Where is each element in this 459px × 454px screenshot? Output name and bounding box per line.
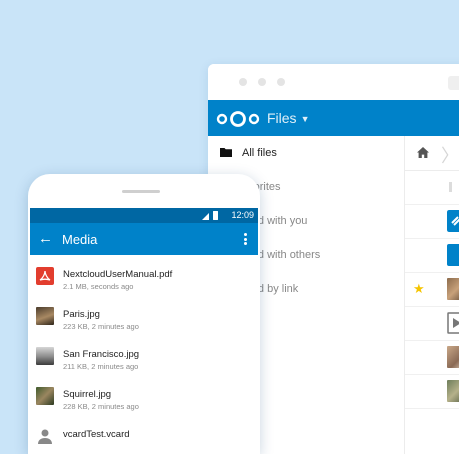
folder-icon bbox=[220, 148, 232, 157]
list-item[interactable]: San Francisco.jpg 211 KB, 2 minutes ago bbox=[30, 335, 258, 375]
document-icon bbox=[447, 244, 459, 266]
table-row[interactable] bbox=[405, 238, 459, 273]
file-meta: 211 KB, 2 minutes ago bbox=[63, 362, 139, 371]
file-name: San Francisco.jpg bbox=[63, 349, 140, 360]
app-bar: ← Media bbox=[30, 223, 258, 255]
nextcloud-logo-icon[interactable] bbox=[216, 110, 260, 128]
app-menu-files[interactable]: Files ▼ bbox=[267, 110, 309, 126]
table-row[interactable]: ★ bbox=[405, 272, 459, 307]
browser-tab[interactable] bbox=[448, 76, 459, 90]
table-row[interactable] bbox=[405, 204, 459, 239]
video-icon bbox=[447, 312, 459, 334]
caret-down-icon: ▼ bbox=[300, 114, 310, 124]
nextcloud-header: Files ▼ bbox=[208, 100, 459, 136]
file-name: vcardTest.vcard bbox=[63, 429, 130, 440]
window-minimize-dot[interactable] bbox=[258, 78, 266, 86]
table-row[interactable] bbox=[405, 374, 459, 409]
status-time: 12:09 bbox=[231, 210, 254, 220]
back-arrow-icon[interactable]: ← bbox=[38, 231, 53, 246]
phone-device: 12:09 ← Media NextcloudUserManual.pdf 2.… bbox=[28, 174, 260, 454]
list-item[interactable]: vcardTest.vcard bbox=[30, 415, 258, 454]
window-maximize-dot[interactable] bbox=[277, 78, 285, 86]
page-title: Media bbox=[62, 232, 98, 247]
window-close-dot[interactable] bbox=[239, 78, 247, 86]
list-item[interactable]: Squirrel.jpg 228 KB, 2 minutes ago bbox=[30, 375, 258, 415]
status-bar: 12:09 bbox=[30, 208, 258, 223]
contact-icon bbox=[38, 429, 52, 444]
list-item[interactable]: NextcloudUserManual.pdf 2.1 MB, seconds … bbox=[30, 255, 258, 295]
file-meta: 223 KB, 2 minutes ago bbox=[63, 322, 139, 331]
nav-label: All files bbox=[242, 147, 277, 159]
photo-thumbnail bbox=[36, 347, 54, 365]
app-menu-label: Files bbox=[267, 110, 297, 126]
home-icon[interactable] bbox=[417, 147, 429, 158]
signal-battery-icon bbox=[202, 211, 218, 220]
photo-thumbnail bbox=[447, 346, 459, 368]
table-row[interactable] bbox=[405, 340, 459, 375]
window-titlebar bbox=[208, 64, 459, 100]
file-meta: 2.1 MB, seconds ago bbox=[63, 282, 134, 291]
file-name: Paris.jpg bbox=[63, 309, 100, 320]
overflow-menu-icon[interactable] bbox=[244, 233, 247, 245]
photo-thumbnail bbox=[447, 278, 459, 300]
breadcrumb: 〉 bbox=[405, 136, 459, 171]
photo-thumbnail bbox=[36, 387, 54, 405]
file-meta: 228 KB, 2 minutes ago bbox=[63, 402, 139, 411]
table-row[interactable] bbox=[405, 306, 459, 341]
file-name: NextcloudUserManual.pdf bbox=[63, 269, 173, 280]
photo-thumbnail bbox=[447, 380, 459, 402]
breadcrumb-separator-icon: 〉 bbox=[441, 146, 459, 166]
pdf-icon bbox=[36, 267, 54, 285]
file-list: NextcloudUserManual.pdf 2.1 MB, seconds … bbox=[30, 255, 258, 454]
phone-speaker bbox=[122, 190, 160, 193]
list-item[interactable]: Paris.jpg 223 KB, 2 minutes ago bbox=[30, 295, 258, 335]
file-name: Squirrel.jpg bbox=[63, 389, 112, 400]
star-icon[interactable]: ★ bbox=[413, 281, 425, 297]
checkbox-select-all[interactable] bbox=[449, 182, 452, 192]
photo-thumbnail bbox=[36, 307, 54, 325]
file-list-header bbox=[405, 170, 459, 205]
nav-all-files[interactable]: All files bbox=[208, 136, 404, 170]
link-folder-icon bbox=[447, 210, 459, 232]
